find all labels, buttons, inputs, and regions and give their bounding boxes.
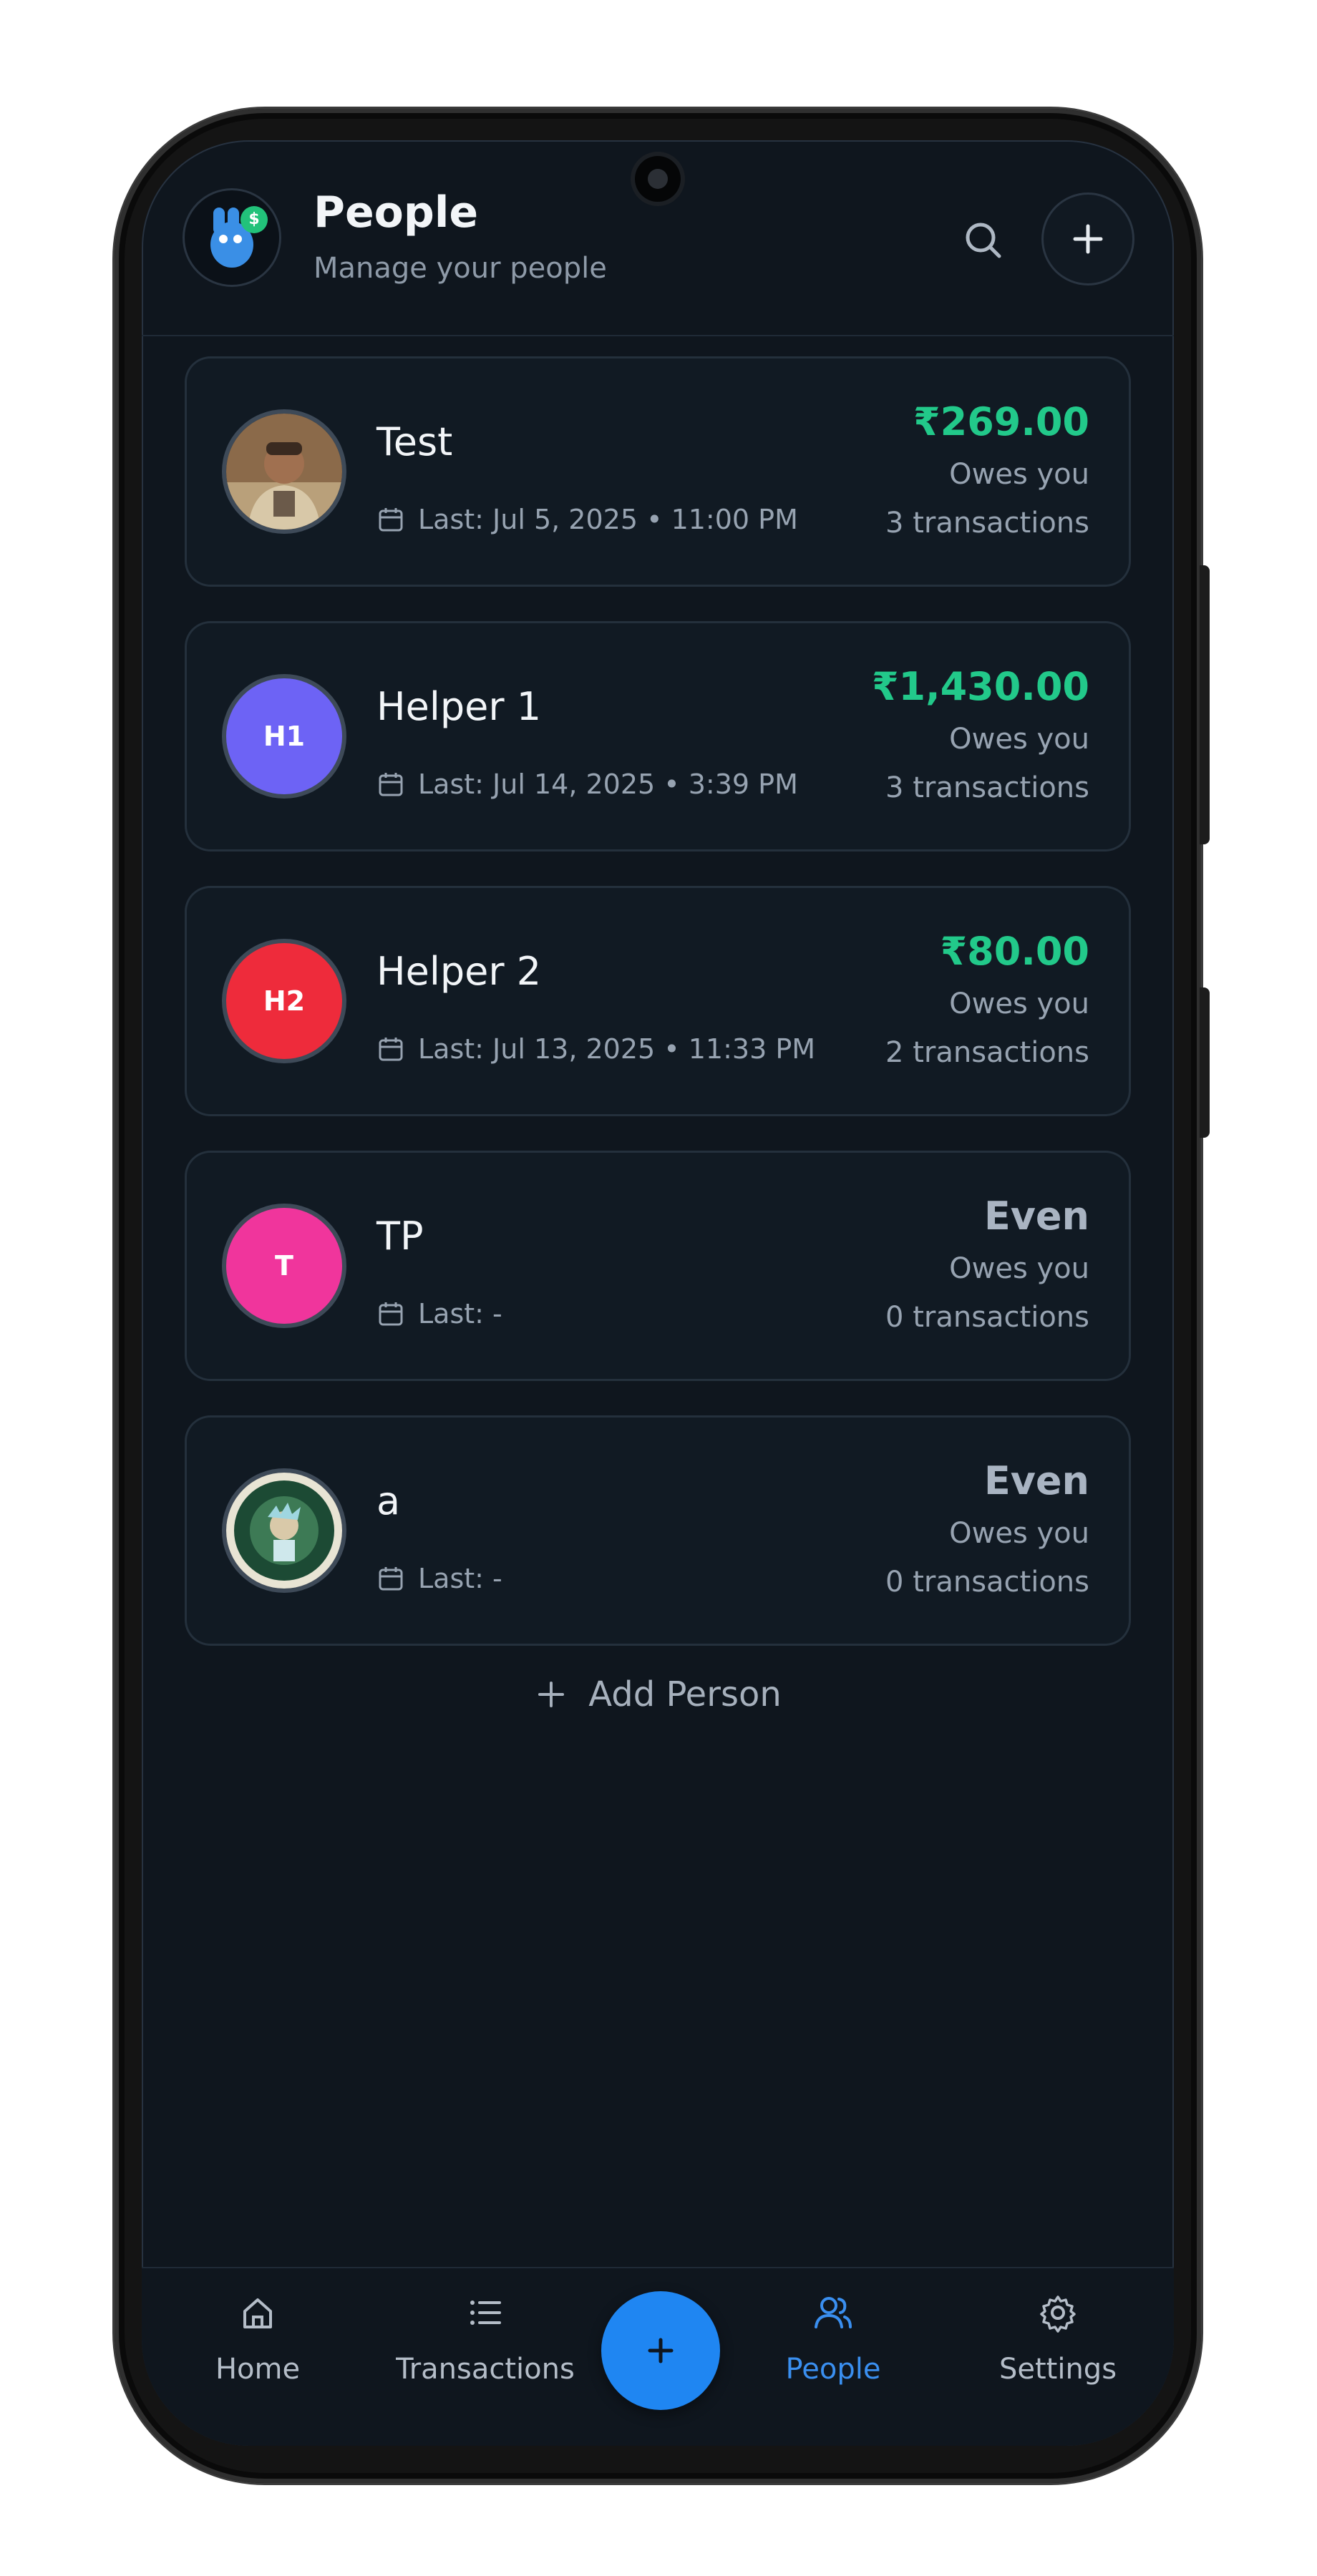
balance-status: Owes you [949,458,1089,491]
calendar-icon [379,1302,403,1326]
transaction-count: 3 transactions [885,771,1089,804]
bottom-nav: Home Transactions People Settings [142,2267,1174,2446]
header: $ People Manage your people [142,140,1174,336]
last-activity: Last: Jul 5, 2025 • 11:00 PM [376,504,798,535]
avatar-initials: H2 [226,943,342,1059]
avatar-initials: T [226,1208,342,1324]
balance-status: Owes you [949,1252,1089,1285]
last-activity-text: Last: Jul 14, 2025 • 3:39 PM [418,769,798,800]
nav-transactions-label: Transactions [396,2353,575,2386]
person-card[interactable]: H2 Helper 2 Last: Jul 13, 2025 • 11:33 P… [185,886,1131,1116]
person-name: Helper 1 [376,684,542,729]
home-icon [243,2298,272,2328]
nav-people-label: People [785,2353,881,2386]
app-screen: $ People Manage your people Test Last: J… [142,140,1174,2446]
balance-status: Owes you [949,1517,1089,1550]
transaction-count: 2 transactions [885,1036,1089,1069]
person-name: a [376,1478,401,1523]
avatar-photo [226,414,342,530]
person-card[interactable]: T TP Last: - Even Owes you 0 transaction… [185,1151,1131,1381]
gear-icon [1040,2296,1076,2333]
page-title: People [314,187,479,238]
page-subtitle: Manage your people [314,252,607,285]
balance-amount: ₹269.00 [913,399,1089,444]
avatar-photo [226,1473,342,1589]
last-activity-text: Last: - [418,1298,502,1330]
last-activity: Last: - [376,1563,502,1594]
power-button [1200,987,1210,1138]
last-activity: Last: Jul 13, 2025 • 11:33 PM [376,1033,815,1065]
add-person-label: Add Person [588,1674,782,1714]
nav-home[interactable]: Home [165,2290,351,2386]
add-person-link[interactable]: Add Person [142,1674,1174,1714]
add-person-button[interactable] [1044,195,1132,283]
transaction-count: 0 transactions [885,1301,1089,1334]
last-activity-text: Last: - [418,1563,502,1594]
plus-icon [1073,224,1103,254]
nav-settings[interactable]: Settings [965,2290,1151,2386]
app-logo: $ [185,190,279,285]
nav-home-label: Home [215,2353,301,2386]
transaction-count: 3 transactions [885,507,1089,540]
person-name: TP [376,1214,424,1259]
calendar-icon [379,1038,403,1061]
search-icon [966,223,1001,258]
people-icon [815,2297,852,2328]
last-activity: Last: Jul 14, 2025 • 3:39 PM [376,769,798,800]
nav-settings-label: Settings [998,2353,1117,2386]
person-card[interactable]: Test Last: Jul 5, 2025 • 11:00 PM ₹269.0… [185,356,1131,587]
calendar-icon [379,1567,403,1591]
calendar-icon [379,508,403,532]
transaction-count: 0 transactions [885,1566,1089,1599]
last-activity: Last: - [376,1298,502,1330]
person-card[interactable]: a Last: - Even Owes you 0 transactions [185,1415,1131,1646]
balance-status: Owes you [949,987,1089,1020]
nav-transactions[interactable]: Transactions [392,2290,578,2386]
last-activity-text: Last: Jul 13, 2025 • 11:33 PM [418,1033,816,1065]
person-name: Helper 2 [376,949,542,994]
balance-status: Owes you [949,723,1089,756]
plus-icon [648,2338,674,2363]
balance-amount: Even [983,1194,1089,1239]
search-button[interactable] [958,215,1009,266]
avatar-initials: H1 [226,678,342,794]
person-name: Test [376,419,453,464]
last-activity-text: Last: Jul 5, 2025 • 11:00 PM [418,504,798,535]
nav-people[interactable]: People [740,2290,926,2386]
plus-icon [538,1682,565,1707]
person-card[interactable]: H1 Helper 1 Last: Jul 14, 2025 • 3:39 PM… [185,621,1131,852]
balance-amount: ₹1,430.00 [871,664,1089,709]
balance-amount: ₹80.00 [940,929,1089,974]
list-icon [470,2301,501,2325]
add-transaction-fab[interactable] [601,2291,720,2410]
volume-button [1200,565,1210,844]
balance-amount: Even [983,1458,1089,1503]
calendar-icon [379,773,403,796]
coin-badge: $ [240,206,268,233]
